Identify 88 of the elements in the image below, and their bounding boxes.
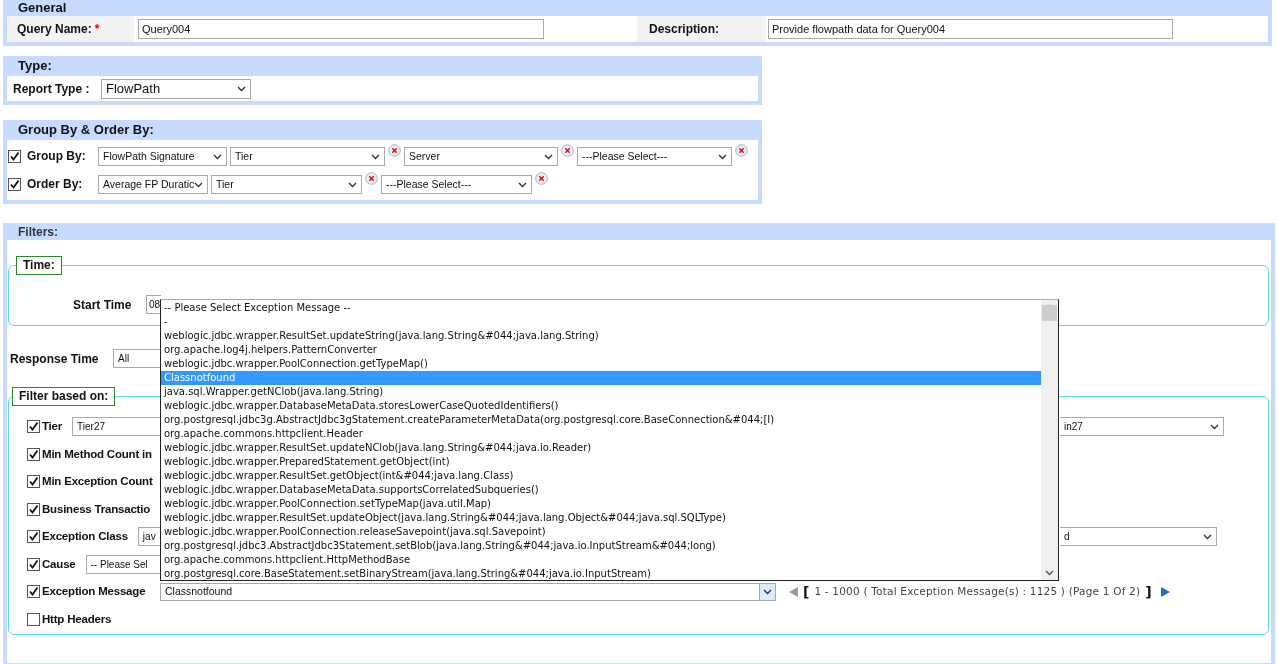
remove-icon[interactable] — [365, 172, 378, 185]
chevron-down-icon — [763, 588, 772, 595]
field-label: Min Exception Count — [42, 474, 153, 490]
field-label: Order By: — [27, 176, 83, 193]
dropdown-option[interactable]: - — [161, 315, 1041, 329]
dropdown-option[interactable]: weblogic.jdbc.wrapper.PoolConnection.releaseSavepoint(java.sql.Savepoint) — [161, 525, 1041, 539]
dropdown-option[interactable]: java.sql.Wrapper.getNClob(java.lang.String) — [161, 385, 1041, 399]
pagination-text: 1 - 1000 ( Total Exception Message(s) : 1125 ) (Page 1 Of 2) — [814, 583, 1141, 599]
remove-icon[interactable] — [535, 172, 548, 185]
dropdown-option[interactable]: weblogic.jdbc.wrapper.DatabaseMetaData.storesLowerCaseQuotedIdentifiers() — [161, 399, 1041, 413]
scrollbar[interactable] — [1041, 300, 1058, 580]
dropdown-option[interactable]: weblogic.jdbc.wrapper.PoolConnection.getTypeMap() — [161, 357, 1041, 371]
field-label: Start Time — [73, 296, 133, 314]
chevron-down-icon — [348, 181, 357, 188]
dropdown-option[interactable]: weblogic.jdbc.wrapper.ResultSet.updateNClob(java.lang.String&#044;java.io.Reader) — [161, 441, 1041, 455]
dropdown-option[interactable]: -- Please Select Exception Message -- — [161, 301, 1041, 315]
input-field[interactable]: Query004 — [138, 19, 544, 39]
field-label: Business Transactio — [42, 501, 151, 517]
checkbox[interactable] — [27, 502, 40, 516]
checkbox[interactable] — [27, 420, 40, 434]
field-label: Exception Class — [42, 529, 128, 545]
select-field[interactable]: Classnotfound — [160, 582, 776, 601]
select-field[interactable]: ---Please Select--- — [381, 175, 532, 194]
chevron-down-icon — [544, 153, 553, 160]
chevron-down-icon — [1210, 423, 1219, 430]
field-label: Report Type : — [13, 80, 89, 98]
input-field[interactable]: Provide flowpath data for Query004 — [768, 19, 1173, 39]
field-label: Cause — [42, 556, 76, 572]
scrollbar-thumb[interactable] — [1042, 305, 1057, 321]
group-legend: Time: — [16, 256, 62, 275]
required-mark: * — [94, 21, 100, 38]
select-field[interactable]: Tier — [211, 175, 362, 194]
select-field[interactable]: FlowPath Signature — [98, 147, 227, 166]
field-label: Group By: — [27, 148, 86, 165]
select-field[interactable]: in27 — [1060, 417, 1224, 437]
field-label: Tier — [42, 419, 63, 435]
chevron-down-icon — [1203, 533, 1212, 540]
dropdown-option[interactable]: weblogic.jdbc.wrapper.PreparedStatement.getObject(int) — [161, 455, 1041, 469]
remove-icon[interactable] — [735, 144, 748, 157]
field-label: Query Name: — [17, 21, 92, 38]
select-field[interactable]: Tier27 — [72, 417, 160, 437]
dropdown-option[interactable]: weblogic.jdbc.wrapper.ResultSet.updateString(java.lang.String&#044;java.lang.String) — [161, 329, 1041, 343]
remove-icon[interactable] — [561, 144, 574, 157]
remove-icon[interactable] — [388, 144, 401, 157]
dropdown-option[interactable]: weblogic.jdbc.wrapper.ResultSet.updateObject(java.lang.String&#044;java.lang.Object&#044;java.sql.SQLType) — [161, 511, 1041, 525]
scroll-down-icon[interactable] — [1045, 570, 1054, 576]
select-field[interactable]: FlowPath — [101, 78, 251, 99]
bracket: ] — [1145, 584, 1152, 599]
chevron-down-icon — [718, 153, 727, 160]
label-cell: Description: — [637, 16, 766, 42]
panel-header: General — [7, 0, 1268, 16]
panel-header: Group By & Order By: — [7, 120, 758, 140]
chevron-down-icon — [237, 85, 246, 92]
dropdown-option[interactable]: weblogic.jdbc.wrapper.ResultSet.getObject(int&#044;java.lang.Class) — [161, 469, 1041, 483]
field-label: Min Method Count in — [42, 446, 152, 462]
dropdown-option[interactable]: org.apache.commons.httpclient.HttpMethodBase — [161, 553, 1041, 567]
select-field[interactable]: Server — [404, 147, 558, 166]
bracket: [ — [803, 584, 810, 599]
chevron-down-icon — [194, 181, 204, 188]
checkbox[interactable] — [27, 475, 40, 489]
chevron-down-icon — [371, 153, 380, 160]
checkbox[interactable] — [8, 149, 21, 163]
group-legend: Filter based on: — [12, 387, 116, 406]
checkbox[interactable] — [27, 612, 40, 626]
dropdown-option[interactable]: org.apache.commons.httpclient.Header — [161, 427, 1041, 441]
checkbox[interactable] — [27, 530, 40, 544]
select-field[interactable]: ---Please Select--- — [577, 147, 732, 166]
field-label: Exception Message — [42, 584, 146, 600]
dropdown-option[interactable]: org.postgresql.jdbc3g.AbstractJdbc3gStatement.createParameterMetaData(org.postgresql.core.BaseConnection&#044;[I) — [161, 413, 1041, 427]
checkbox[interactable] — [27, 557, 40, 571]
chevron-down-icon — [213, 153, 222, 160]
panel-header: Type: — [7, 56, 758, 76]
dropdown-option[interactable]: weblogic.jdbc.wrapper.DatabaseMetaData.supportsCorrelatedSubqueries() — [161, 483, 1041, 497]
field-label: Response Time — [10, 350, 100, 368]
next-arrow-icon[interactable] — [1160, 586, 1170, 597]
dropdown-option[interactable]: org.apache.log4j.helpers.PatternConverter — [161, 343, 1041, 357]
select-field[interactable]: Average FP Duratic — [98, 175, 208, 194]
checkbox[interactable] — [27, 447, 40, 461]
dropdown-option[interactable]: org.postgresql.jdbc3.AbstractJdbc3Statement.setBlob(java.lang.String&#044;java.io.InputStream&#044;long) — [161, 539, 1041, 553]
dropdown-option[interactable]: weblogic.jdbc.wrapper.PoolConnection.setTypeMap(java.util.Map) — [161, 497, 1041, 511]
checkbox[interactable] — [8, 177, 21, 191]
panel-header: Filters: — [7, 223, 1271, 240]
select-field[interactable]: Tier — [230, 147, 385, 166]
dropdown-option[interactable]: org.postgresql.core.BaseStatement.setBinaryStream(java.lang.String&#044;java.io.InputStream) — [161, 567, 1041, 581]
chevron-down-icon — [518, 181, 527, 188]
checkbox[interactable] — [27, 585, 40, 599]
field-label: Http Headers — [42, 611, 112, 627]
select-field[interactable]: d — [1060, 527, 1217, 547]
